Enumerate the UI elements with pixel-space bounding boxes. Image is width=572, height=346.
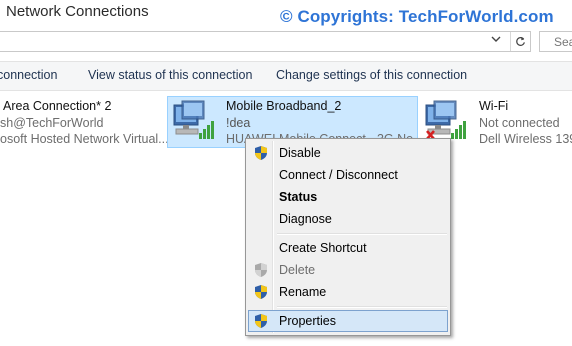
uac-shield-icon (255, 314, 267, 328)
watermark: © Copyrights: TechForWorld.com (280, 7, 554, 26)
connection-status: sh@TechForWorld (0, 116, 104, 130)
menu-item-label: Diagnose (279, 212, 332, 226)
menu-item-disable[interactable]: Disable (248, 142, 448, 164)
title-bar: Network Connections © Copyrights: TechFo… (0, 0, 572, 28)
refresh-icon[interactable] (510, 32, 529, 51)
menu-separator (277, 233, 447, 235)
menu-separator (277, 306, 447, 308)
connection-device: Dell Wireless 1397 (479, 132, 572, 146)
menu-item-create-shortcut[interactable]: Create Shortcut (248, 237, 448, 259)
menu-item-rename[interactable]: Rename (248, 281, 448, 303)
toolbar-view-status[interactable]: View status of this connection (88, 68, 252, 82)
chevron-down-icon[interactable] (491, 34, 501, 47)
connection-name: Wi-Fi (479, 99, 509, 113)
toolbar-connect-to[interactable]: connection (0, 68, 57, 82)
address-row: Sea (0, 30, 572, 56)
menu-item-label: Delete (279, 263, 316, 277)
menu-item-status[interactable]: Status (248, 186, 448, 208)
window-title: Network Connections (6, 3, 149, 20)
address-bar[interactable] (0, 31, 531, 52)
search-input[interactable]: Sea (539, 31, 572, 52)
menu-item-label: Status (279, 190, 318, 204)
menu-item-properties[interactable]: Properties (248, 310, 448, 332)
uac-shield-icon (255, 285, 267, 299)
menu-item-connect-disconnect[interactable]: Connect / Disconnect (248, 164, 448, 186)
menu-item-delete[interactable]: Delete (248, 259, 448, 281)
menu-item-label: Properties (279, 314, 336, 328)
connection-name: Mobile Broadband_2 (226, 99, 342, 113)
menu-item-label: Connect / Disconnect (279, 168, 398, 182)
command-bar: connection View status of this connectio… (0, 61, 572, 91)
network-computer-icon (172, 99, 216, 143)
connection-status: !dea (226, 116, 251, 130)
connection-status: Not connected (479, 116, 560, 130)
menu-item-label: Create Shortcut (279, 241, 367, 255)
connection-name: Area Connection* 2 (3, 99, 112, 113)
connection-device: osoft Hosted Network Virtual... (0, 132, 169, 146)
menu-item-label: Disable (279, 146, 321, 160)
wifi-computer-icon (424, 99, 468, 143)
menu-item-diagnose[interactable]: Diagnose (248, 208, 448, 230)
uac-shield-icon (255, 263, 267, 277)
menu-item-label: Rename (279, 285, 327, 299)
toolbar-change-settings[interactable]: Change settings of this connection (276, 68, 467, 82)
context-menu: Disable Connect / Disconnect Status Diag… (245, 138, 451, 336)
uac-shield-icon (255, 146, 267, 160)
